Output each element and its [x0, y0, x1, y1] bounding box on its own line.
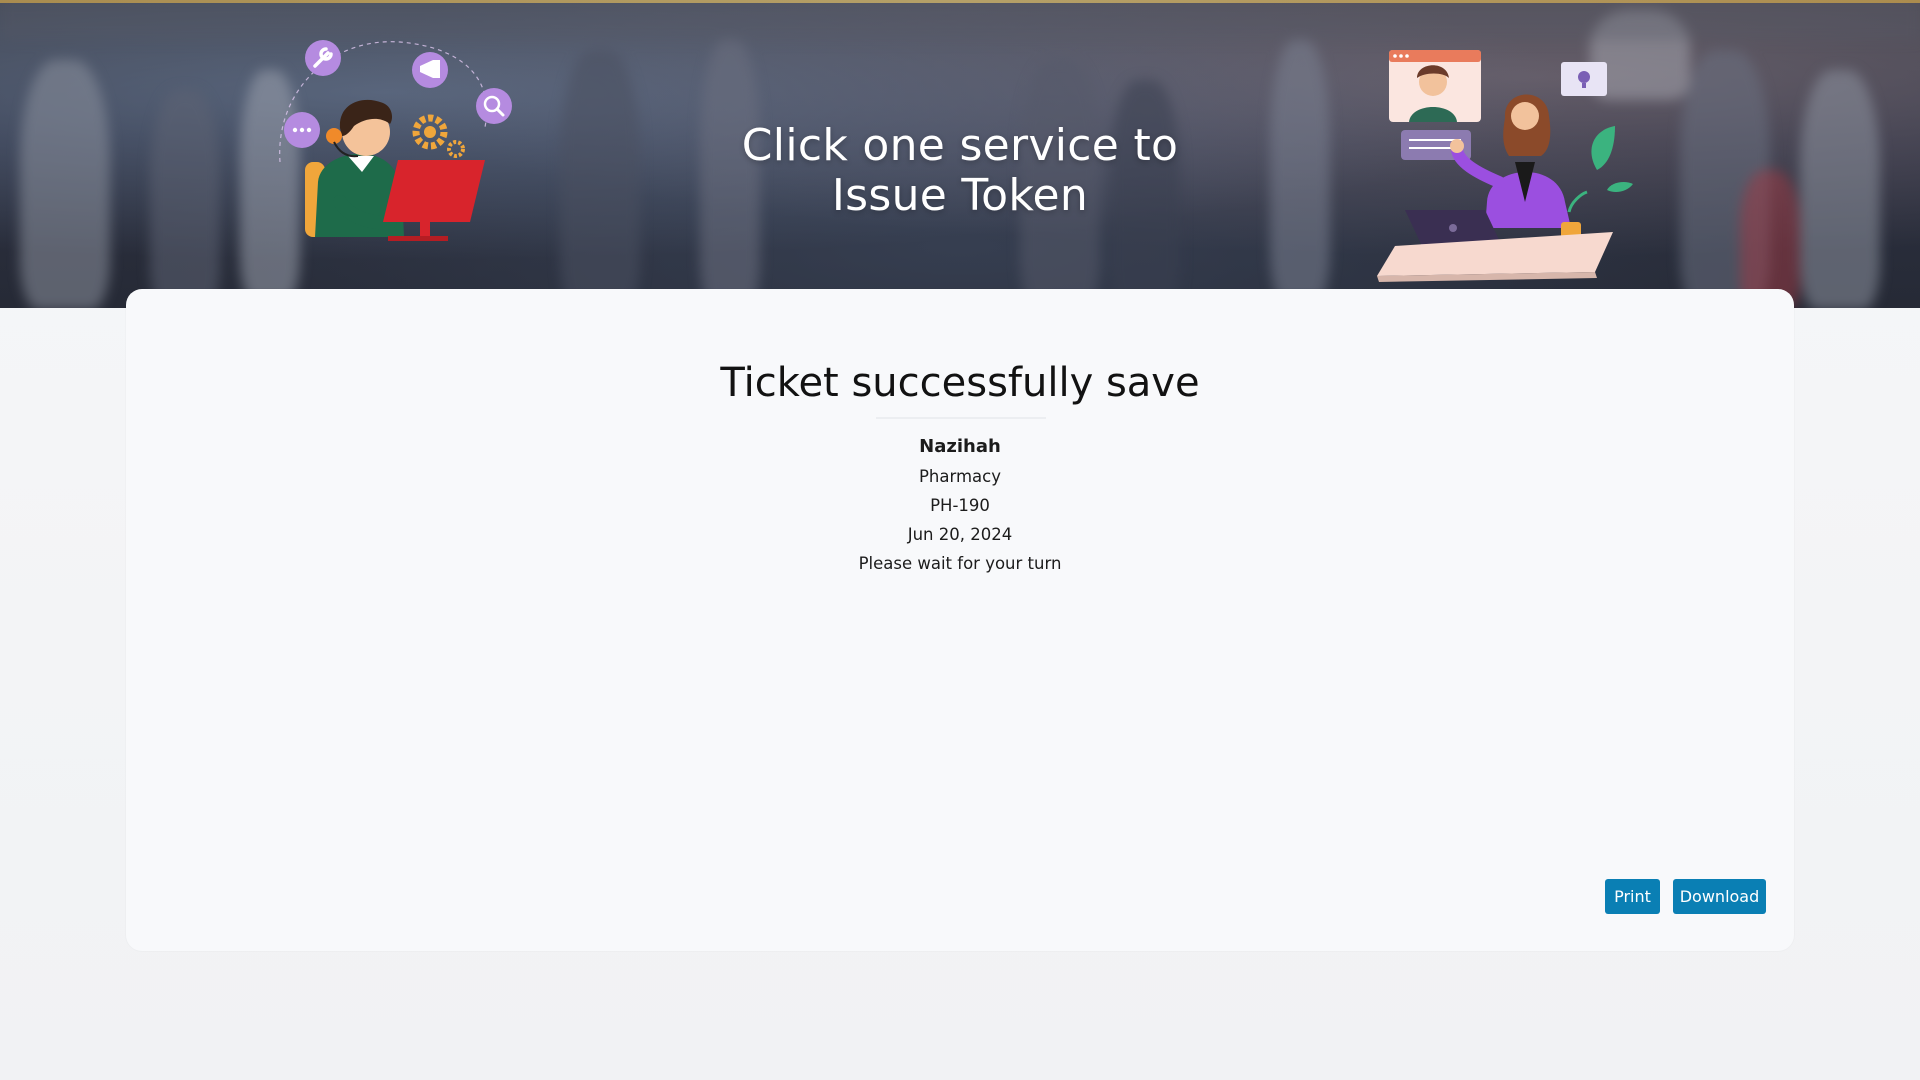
print-button[interactable]: Print	[1605, 879, 1660, 914]
ticket-card: Ticket successfully save Nazihah Pharmac…	[126, 289, 1794, 951]
hero-banner: Click one service to Issue Token	[0, 0, 1920, 308]
hero-title: Click one service to Issue Token	[640, 121, 1280, 221]
hero-title-line2: Issue Token	[831, 170, 1089, 222]
search-icon	[476, 88, 512, 124]
ticket-details: Nazihah Pharmacy PH-190 Jun 20, 2024 Ple…	[760, 435, 1160, 581]
card-title: Ticket successfully save	[720, 360, 1200, 407]
lightbulb-icon	[1561, 62, 1607, 96]
top-accent-stripe	[0, 0, 1920, 3]
ticket-message: Please wait for your turn	[858, 554, 1062, 573]
ticket-token-number: PH-190	[930, 496, 990, 515]
chat-dots-icon	[284, 112, 320, 148]
divider	[876, 417, 1046, 419]
megaphone-icon	[412, 52, 448, 88]
ticket-date: Jun 20, 2024	[907, 525, 1013, 544]
hero-title-line1: Click one service to	[741, 120, 1179, 172]
gear-icon	[412, 114, 448, 150]
wrench-icon	[305, 40, 341, 76]
download-button[interactable]: Download	[1673, 879, 1766, 914]
page: Click one service to Issue Token Ticket …	[0, 0, 1920, 1080]
video-call-agent-illustration	[1377, 50, 1633, 282]
support-agent-illustration	[279, 40, 512, 241]
ticket-name: Nazihah	[919, 436, 1001, 457]
ticket-service: Pharmacy	[918, 467, 1002, 486]
